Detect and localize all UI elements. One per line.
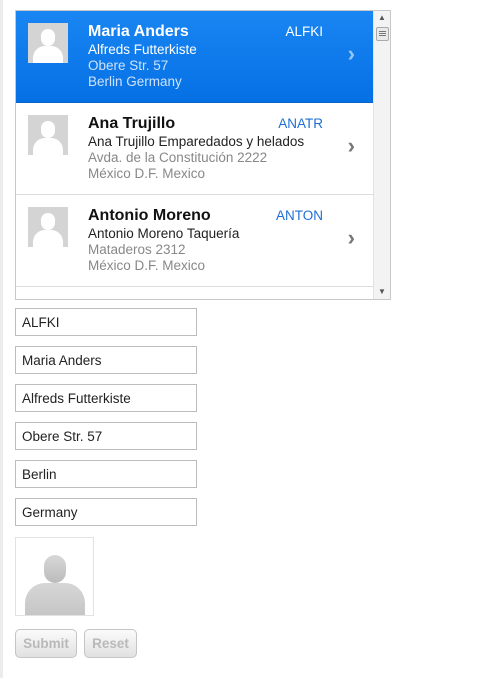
customer-city-country: México D.F. Mexico: [88, 258, 206, 273]
reset-button[interactable]: Reset: [84, 629, 137, 658]
scroll-up-arrow-icon[interactable]: ▲: [374, 11, 390, 25]
contact-name-field[interactable]: [15, 346, 197, 374]
customer-address: Mataderos 2312: [88, 242, 186, 257]
submit-button[interactable]: Submit: [15, 629, 77, 658]
customer-id: ANATR: [278, 116, 323, 131]
customer-id-field[interactable]: [15, 308, 197, 336]
customer-list[interactable]: Maria Anders Alfreds Futterkiste Obere S…: [15, 10, 391, 300]
list-item-partial[interactable]: [16, 287, 373, 299]
list-item[interactable]: Ana Trujillo Ana Trujillo Emparedados y …: [16, 103, 373, 195]
chevron-right-icon: ›: [347, 41, 355, 66]
company-name-field[interactable]: [15, 384, 197, 412]
person-placeholder-icon: [28, 115, 68, 155]
person-placeholder-icon: [28, 23, 68, 63]
person-placeholder-icon: [28, 207, 68, 247]
address-field[interactable]: [15, 422, 197, 450]
chevron-right-icon: ›: [347, 133, 355, 158]
person-placeholder-icon: [15, 537, 94, 616]
city-field[interactable]: [15, 460, 197, 488]
customer-name: Antonio Moreno: [88, 207, 211, 224]
customer-list-viewport: Maria Anders Alfreds Futterkiste Obere S…: [16, 11, 373, 299]
customer-address: Avda. de la Constitución 2222: [88, 150, 268, 165]
page-left-rule: [0, 0, 3, 678]
list-scrollbar[interactable]: ▲ ▼: [373, 11, 390, 299]
scrollbar-thumb[interactable]: [376, 27, 389, 41]
list-item[interactable]: Antonio Moreno Antonio Moreno Taquería M…: [16, 195, 373, 287]
list-item[interactable]: Maria Anders Alfreds Futterkiste Obere S…: [16, 11, 373, 103]
scroll-down-arrow-icon[interactable]: ▼: [374, 285, 390, 299]
customer-id: ANTON: [275, 208, 323, 223]
customer-city-country: Berlin Germany: [88, 74, 182, 89]
customer-name: Ana Trujillo: [88, 115, 176, 132]
customer-company: Alfreds Futterkiste: [88, 42, 197, 57]
chevron-right-icon: ›: [347, 225, 355, 250]
customer-company: Ana Trujillo Emparedados y helados: [88, 134, 305, 149]
customer-name: Maria Anders: [88, 23, 189, 40]
customer-id: ALFKI: [285, 24, 323, 39]
customer-company: Antonio Moreno Taquería: [88, 226, 240, 241]
customer-address: Obere Str. 57: [88, 58, 169, 73]
customer-city-country: México D.F. Mexico: [88, 166, 206, 181]
country-field[interactable]: [15, 498, 197, 526]
